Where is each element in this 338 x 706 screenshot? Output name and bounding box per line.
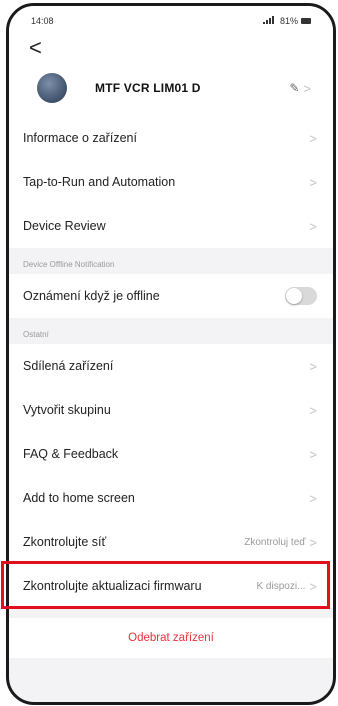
row-value: Zkontroluj teď	[244, 536, 306, 548]
chevron-right-icon: >	[309, 578, 317, 594]
row-faq-feedback[interactable]: FAQ & Feedback >	[9, 432, 333, 476]
offline-group: Oznámení když je offline	[9, 274, 333, 318]
chevron-right-icon: >	[309, 358, 317, 374]
chevron-right-icon: >	[309, 130, 317, 146]
section-label-offline: Device Offline Notification	[9, 248, 333, 274]
row-check-firmware[interactable]: Zkontrolujte aktualizaci firmwaru K disp…	[9, 564, 333, 608]
row-shared-devices[interactable]: Sdílená zařízení >	[9, 344, 333, 388]
row-label: Device Review	[23, 219, 106, 233]
row-create-group[interactable]: Vytvořit skupinu >	[9, 388, 333, 432]
header: < MTF VCR LIM01 D ✎ >	[9, 36, 333, 116]
row-label: Zkontrolujte síť	[23, 535, 107, 549]
status-bar: 14:08 81%	[9, 6, 333, 36]
offline-notification-toggle[interactable]	[285, 287, 317, 305]
remove-device-button[interactable]: Odebrat zařízení	[9, 618, 333, 658]
row-device-review[interactable]: Device Review >	[9, 204, 333, 248]
chevron-right-icon: >	[309, 446, 317, 462]
chevron-right-icon: >	[309, 174, 317, 190]
other-group: Sdílená zařízení > Vytvořit skupinu > FA…	[9, 344, 333, 608]
phone-frame: 14:08 81% < MTF VCR LIM01 D ✎ > Informac…	[6, 3, 336, 705]
row-device-info[interactable]: Informace o zařízení >	[9, 116, 333, 160]
device-settings-group: Informace o zařízení > Tap-to-Run and Au…	[9, 116, 333, 248]
device-avatar[interactable]	[37, 73, 67, 103]
pencil-icon: ✎	[289, 81, 300, 95]
section-label-other: Ostatní	[9, 318, 333, 344]
status-right: 81%	[262, 16, 311, 26]
edit-name-button[interactable]: ✎ >	[289, 81, 311, 96]
row-label: FAQ & Feedback	[23, 447, 119, 461]
chevron-right-icon: >	[303, 80, 311, 96]
row-offline-notification: Oznámení když je offline	[9, 274, 333, 318]
row-label: Oznámení když je offline	[23, 289, 160, 303]
signal-icon	[262, 16, 277, 26]
row-tap-to-run[interactable]: Tap-to-Run and Automation >	[9, 160, 333, 204]
toggle-knob	[286, 288, 302, 304]
device-name: MTF VCR LIM01 D	[95, 81, 201, 95]
chevron-right-icon: >	[309, 534, 317, 550]
chevron-right-icon: >	[309, 402, 317, 418]
row-label: Informace o zařízení	[23, 131, 137, 145]
row-label: Sdílená zařízení	[23, 359, 114, 373]
status-time: 14:08	[31, 16, 54, 26]
row-check-network[interactable]: Zkontrolujte síť Zkontroluj teď >	[9, 520, 333, 564]
chevron-right-icon: >	[309, 490, 317, 506]
row-label: Add to home screen	[23, 491, 135, 505]
chevron-right-icon: >	[309, 218, 317, 234]
battery-icon	[301, 18, 311, 24]
back-button[interactable]: <	[23, 37, 42, 59]
row-add-to-home[interactable]: Add to home screen >	[9, 476, 333, 520]
row-label: Vytvořit skupinu	[23, 403, 111, 417]
row-value: K dispozi...	[256, 580, 306, 592]
row-label: Zkontrolujte aktualizaci firmwaru	[23, 579, 202, 593]
row-label: Tap-to-Run and Automation	[23, 175, 176, 189]
battery-percent: 81%	[279, 16, 298, 26]
device-row: MTF VCR LIM01 D ✎ >	[23, 60, 319, 116]
